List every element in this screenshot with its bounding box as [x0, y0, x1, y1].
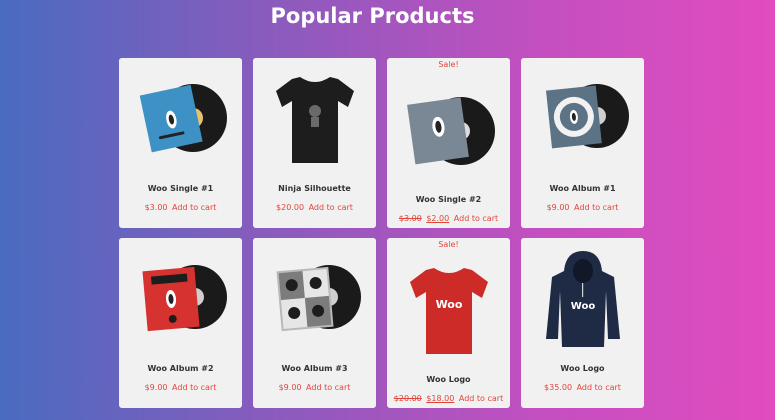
product-card[interactable]: Woo Album #2 $9.00 Add to cart: [119, 238, 242, 408]
product-name[interactable]: Woo Logo: [560, 364, 604, 373]
vinyl-album-grey-icon: [275, 265, 361, 332]
tshirt-black-icon: [275, 77, 354, 163]
product-name[interactable]: Woo Single #1: [148, 184, 213, 193]
svg-text:Woo: Woo: [570, 301, 595, 312]
product-image[interactable]: [119, 58, 242, 180]
price: $3.00: [144, 203, 168, 212]
product-image[interactable]: [387, 69, 510, 191]
add-to-cart-button[interactable]: Add to cart: [172, 203, 216, 212]
product-name[interactable]: Ninja Silhouette: [278, 184, 351, 193]
product-image[interactable]: [253, 238, 376, 360]
product-image[interactable]: [253, 58, 376, 180]
price-row: $9.00 Add to cart: [145, 383, 217, 392]
add-to-cart-button[interactable]: Add to cart: [454, 214, 498, 223]
product-card[interactable]: Woo Album #1 $9.00 Add to cart: [521, 58, 644, 228]
product-name[interactable]: Woo Album #3: [281, 364, 347, 373]
product-card[interactable]: Woo Woo Logo $35.00 Add to cart: [521, 238, 644, 408]
price-row: $3.00 Add to cart: [145, 203, 217, 212]
product-grid: Woo Single #1 $3.00 Add to cart Ninja Si…: [119, 58, 644, 408]
price: $20.00: [276, 203, 305, 212]
product-card[interactable]: Sale! Woo Single #2 $3.00 $2.00 Add to c…: [387, 58, 510, 228]
add-to-cart-button[interactable]: Add to cart: [172, 383, 216, 392]
price-row: $20.00 Add to cart: [276, 203, 353, 212]
product-card[interactable]: Woo Album #3 $9.00 Add to cart: [253, 238, 376, 408]
tshirt-red-icon: Woo: [409, 268, 488, 354]
add-to-cart-button[interactable]: Add to cart: [306, 383, 350, 392]
add-to-cart-button[interactable]: Add to cart: [577, 383, 621, 392]
old-price: $20.00: [393, 394, 422, 403]
product-card[interactable]: Ninja Silhouette $20.00 Add to cart: [253, 58, 376, 228]
price: $35.00: [544, 383, 573, 392]
vinyl-single-blue-icon: [139, 84, 227, 153]
add-to-cart-button[interactable]: Add to cart: [309, 203, 353, 212]
price: $18.00: [426, 394, 455, 403]
price: $9.00: [144, 383, 168, 392]
product-name[interactable]: Woo Single #2: [416, 195, 481, 204]
product-name[interactable]: Woo Album #1: [549, 184, 615, 193]
hoodie-navy-icon: Woo: [545, 251, 620, 347]
add-to-cart-button[interactable]: Add to cart: [574, 203, 618, 212]
price-row: $3.00 $2.00 Add to cart: [399, 214, 498, 223]
product-image[interactable]: [119, 238, 242, 360]
svg-text:Woo: Woo: [435, 298, 462, 311]
add-to-cart-button[interactable]: Add to cart: [459, 394, 503, 403]
product-card[interactable]: Woo Single #1 $3.00 Add to cart: [119, 58, 242, 228]
price: $9.00: [546, 203, 570, 212]
product-card[interactable]: Sale! Woo Woo Logo $20.00 $18.00 Add to …: [387, 238, 510, 408]
price-row: $35.00 Add to cart: [544, 383, 621, 392]
price-row: $9.00 Add to cart: [547, 203, 619, 212]
vinyl-single-grey-icon: [406, 97, 495, 165]
product-image[interactable]: [521, 58, 644, 180]
vinyl-album-1-icon: [545, 84, 629, 149]
old-price: $3.00: [398, 214, 422, 223]
product-name[interactable]: Woo Logo: [426, 375, 470, 384]
price-row: $20.00 $18.00 Add to cart: [394, 394, 503, 403]
product-name[interactable]: Woo Album #2: [147, 364, 213, 373]
price-row: $9.00 Add to cart: [279, 383, 351, 392]
product-image[interactable]: Woo: [387, 249, 510, 371]
product-image[interactable]: Woo: [521, 238, 644, 360]
vinyl-album-red-icon: [141, 265, 227, 332]
price: $9.00: [278, 383, 302, 392]
page-title: Popular Products: [270, 4, 475, 28]
price: $2.00: [426, 214, 450, 223]
